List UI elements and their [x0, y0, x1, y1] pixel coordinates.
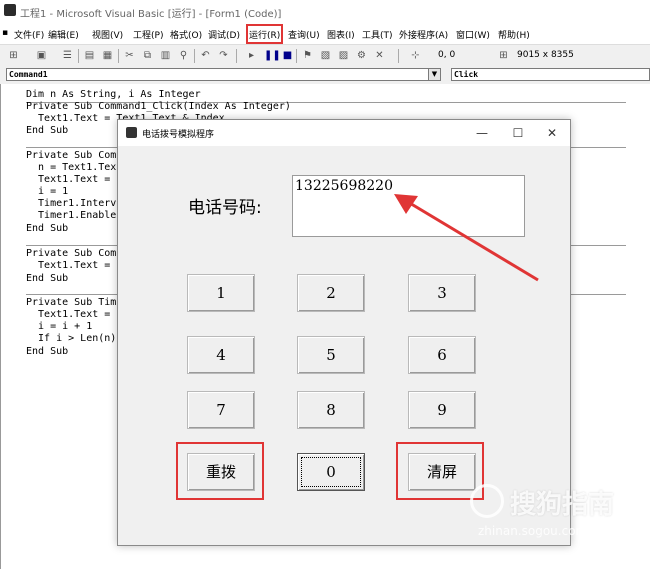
- code-line: n = Text1.Tex: [26, 162, 117, 173]
- menu-window[interactable]: 窗口(W): [456, 28, 490, 41]
- menu-bar: ▪ 文件(F) 编辑(E) 视图(V) 工程(P) 格式(O) 调试(D) 运行…: [0, 24, 650, 44]
- menu-query[interactable]: 查询(U): [288, 28, 320, 41]
- key-9-button[interactable]: 9: [408, 391, 476, 429]
- watermark-url: zhinan.sogou.com: [478, 524, 588, 538]
- add-project-icon[interactable]: ⊞: [8, 50, 19, 61]
- cut-icon[interactable]: ✂: [124, 50, 135, 61]
- code-line: Timer1.Interv: [26, 198, 117, 209]
- code-line: i = i + 1: [26, 321, 93, 332]
- code-line: Dim n As String, i As Integer: [26, 89, 201, 100]
- vb-app-icon: [4, 4, 16, 16]
- menu-edit[interactable]: 编辑(E): [48, 28, 79, 41]
- code-line: Timer1.Enable: [26, 210, 117, 221]
- redial-highlight-frame: [176, 442, 264, 500]
- phone-dialer-form: 电话拨号模拟程序 — ☐ ✕ 电话号码: 13225698220 1 2 3 4…: [117, 119, 571, 546]
- code-line: i = 1: [26, 186, 69, 197]
- code-line: Text1.Text =: [26, 174, 111, 185]
- key-7-button[interactable]: 7: [187, 391, 255, 429]
- code-line: Private Sub Command1_Click(Index As Inte…: [26, 101, 291, 112]
- object-browser-icon[interactable]: ⚙: [356, 50, 367, 61]
- project-explorer-icon[interactable]: ⚑: [302, 50, 313, 61]
- code-line: Text1.Text =: [26, 260, 111, 271]
- run-menu-highlight-frame: [246, 24, 283, 44]
- watermark-text: 搜狗指南: [510, 490, 615, 520]
- key-6-button[interactable]: 6: [408, 336, 476, 374]
- properties-icon[interactable]: ▧: [320, 50, 331, 61]
- key-2-button[interactable]: 2: [297, 274, 365, 312]
- size-icon: ⊞: [499, 50, 508, 61]
- code-line: End Sub: [26, 346, 69, 357]
- code-line: End Sub: [26, 223, 69, 234]
- phone-number-value: 13225698220: [295, 178, 393, 194]
- key-1-button[interactable]: 1: [187, 274, 255, 312]
- ide-title-text: 工程1 - Microsoft Visual Basic [运行] - [For…: [20, 9, 282, 20]
- redo-icon[interactable]: ↷: [218, 50, 229, 61]
- focus-rectangle: [301, 457, 361, 487]
- procedure-combo[interactable]: Click: [451, 68, 650, 81]
- toolbox-icon[interactable]: ✕: [374, 50, 385, 61]
- key-4-button[interactable]: 4: [187, 336, 255, 374]
- form-app-icon: [126, 127, 137, 138]
- code-line: Private Sub Com: [26, 150, 117, 161]
- maximize-icon[interactable]: ☐: [506, 124, 530, 142]
- watermark-logo-icon: [470, 484, 504, 518]
- code-line: If i > Len(n): [26, 333, 117, 344]
- key-3-button[interactable]: 3: [408, 274, 476, 312]
- code-line: End Sub: [26, 273, 69, 284]
- copy-icon[interactable]: ⧉: [142, 50, 153, 61]
- find-icon[interactable]: ⚲: [178, 50, 189, 61]
- minimize-icon[interactable]: —: [470, 124, 494, 142]
- code-window-icon: ▪: [2, 28, 9, 38]
- key-0-button[interactable]: 0: [297, 453, 365, 491]
- menu-project[interactable]: 工程(P): [133, 28, 163, 41]
- code-line: End Sub: [26, 125, 69, 136]
- menu-help[interactable]: 帮助(H): [498, 28, 530, 41]
- menu-view[interactable]: 视图(V): [92, 28, 123, 41]
- start-icon[interactable]: ▸: [246, 50, 257, 61]
- paste-icon[interactable]: ▥: [160, 50, 171, 61]
- menu-file[interactable]: 文件(F): [14, 28, 44, 41]
- stop-icon[interactable]: ■: [282, 50, 293, 61]
- form-title-text: 电话拨号模拟程序: [142, 130, 215, 140]
- save-project-icon[interactable]: ▦: [102, 50, 113, 61]
- menu-format[interactable]: 格式(O): [170, 28, 202, 41]
- code-line: Text1.Text =: [26, 309, 111, 320]
- menu-addins[interactable]: 外接程序(A): [399, 28, 448, 41]
- phone-number-label: 电话号码:: [188, 198, 262, 218]
- form-position-readout: 0, 0: [438, 50, 456, 60]
- ide-title-bar: 工程1 - Microsoft Visual Basic [运行] - [For…: [0, 0, 650, 22]
- menu-tools[interactable]: 工具(T): [362, 28, 393, 41]
- code-line: Private Sub Tim: [26, 297, 117, 308]
- key-8-button[interactable]: 8: [297, 391, 365, 429]
- menu-editor-icon[interactable]: ☰: [62, 50, 73, 61]
- form-size-readout: 9015 x 8355: [517, 50, 574, 60]
- form-layout-icon[interactable]: ▨: [338, 50, 349, 61]
- form-title-bar: 电话拨号模拟程序 — ☐ ✕: [118, 120, 570, 146]
- object-combo-dropdown-icon[interactable]: ▼: [428, 68, 441, 81]
- code-combo-row: Command1 ▼ Click: [0, 66, 650, 84]
- clear-highlight-frame: [396, 442, 484, 500]
- pause-icon[interactable]: ❚❚: [264, 50, 281, 61]
- add-form-icon[interactable]: ▣: [36, 50, 47, 61]
- object-combo[interactable]: Command1: [6, 68, 436, 81]
- undo-icon[interactable]: ↶: [200, 50, 211, 61]
- close-icon[interactable]: ✕: [540, 124, 564, 142]
- toolbar: ⊞ ▣ ☰ ▤ ▦ ✂ ⧉ ▥ ⚲ ↶ ↷ ▸ ❚❚ ■ ⚑ ▧ ▨ ⚙ ✕ ⊹…: [0, 44, 650, 68]
- menu-debug[interactable]: 调试(D): [208, 28, 240, 41]
- position-icon: ⊹: [411, 50, 420, 61]
- key-5-button[interactable]: 5: [297, 336, 365, 374]
- open-project-icon[interactable]: ▤: [84, 50, 95, 61]
- menu-diagram[interactable]: 图表(I): [327, 28, 355, 41]
- code-line: Private Sub Com: [26, 248, 117, 259]
